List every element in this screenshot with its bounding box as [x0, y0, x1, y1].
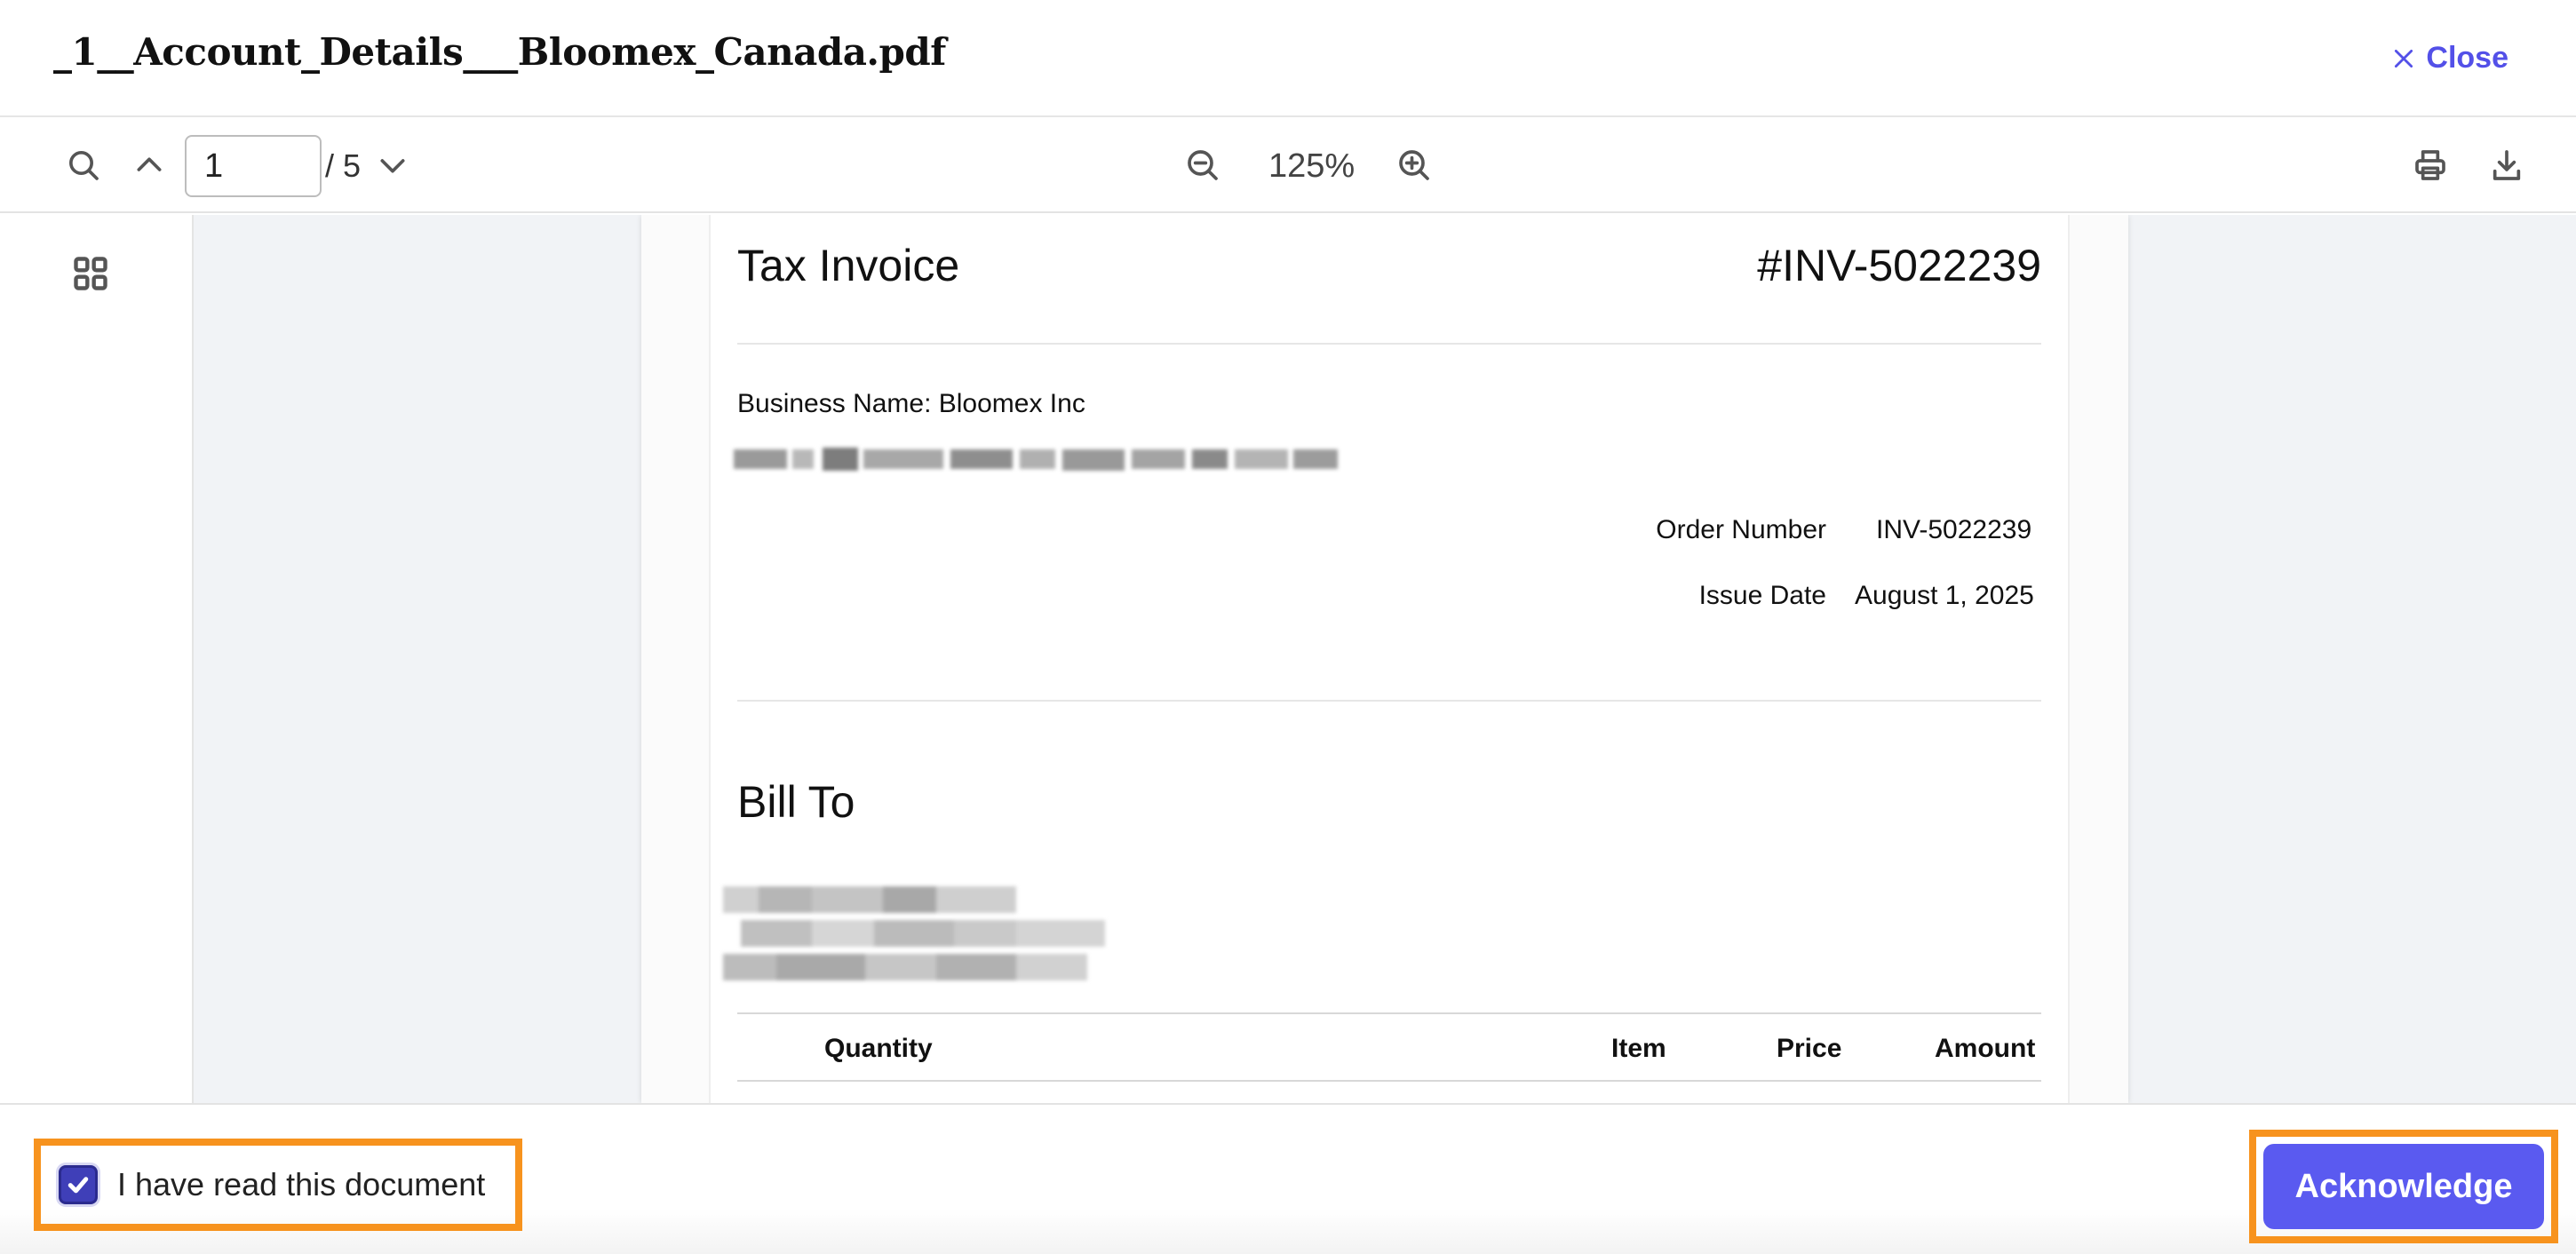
thumbnail-sidebar [0, 215, 194, 1103]
search-icon [69, 151, 99, 180]
invoice-title: Tax Invoice [737, 241, 960, 290]
search-button[interactable] [62, 144, 105, 187]
acknowledge-button-highlight: Acknowledge [2249, 1130, 2558, 1243]
chevron-up-icon [137, 157, 162, 171]
chevron-down-icon [380, 159, 405, 173]
close-icon [2395, 49, 2413, 67]
table-header-amount: Amount [1935, 1034, 2036, 1063]
divider [737, 700, 2041, 702]
zoom-out-button[interactable] [1181, 144, 1224, 187]
table-header-item: Item [1611, 1034, 1666, 1063]
bill-to-heading: Bill To [737, 777, 855, 827]
table-header-border [737, 1080, 2041, 1082]
thumbnails-button[interactable] [71, 254, 110, 293]
divider [737, 343, 2041, 345]
read-confirmation-checkbox[interactable]: I have read this document [34, 1139, 522, 1231]
invoice-number: #INV-5022239 [1757, 241, 2041, 290]
zoom-in-button[interactable] [1393, 144, 1435, 187]
redacted-billing-address [723, 886, 1105, 980]
page-total: / 5 [325, 147, 362, 184]
issue-date-value: August 1, 2025 [1855, 581, 2034, 610]
acknowledge-footer: I have read this document Acknowledge [0, 1103, 2576, 1254]
zoom-out-icon [1188, 150, 1218, 180]
read-confirmation-label: I have read this document [117, 1166, 486, 1202]
close-label: Close [2426, 41, 2508, 75]
document-title: _1__Account_Details___Bloomex_Canada.pdf [53, 30, 946, 74]
previous-page-button[interactable] [128, 144, 171, 187]
table-header-price: Price [1777, 1034, 1842, 1063]
checkbox[interactable] [59, 1165, 98, 1204]
download-icon [2493, 150, 2521, 180]
pdf-toolbar: / 5 125% [0, 119, 2576, 213]
document-viewport[interactable]: Tax Invoice #INV-5022239 Business Name: … [0, 215, 2576, 1103]
page-number-input[interactable] [185, 135, 322, 197]
acknowledge-button[interactable]: Acknowledge [2263, 1144, 2544, 1229]
business-name: Business Name: Bloomex Inc [737, 389, 1085, 418]
viewer-header: _1__Account_Details___Bloomex_Canada.pdf… [0, 0, 2576, 117]
redacted-address [734, 448, 1338, 471]
order-number-label: Order Number [1656, 515, 1826, 544]
table-header-quantity: Quantity [824, 1034, 933, 1063]
issue-date-label: Issue Date [1698, 581, 1826, 610]
zoom-level: 125% [1268, 147, 1356, 185]
close-button[interactable]: Close [2392, 41, 2508, 75]
print-icon [2415, 150, 2445, 180]
download-button[interactable] [2485, 144, 2528, 187]
zoom-in-icon [1399, 150, 1429, 180]
print-button[interactable] [2409, 144, 2452, 187]
checkmark-icon [68, 1177, 89, 1194]
next-page-button[interactable] [371, 144, 414, 187]
table-top-border [737, 1012, 2041, 1014]
order-number-value: INV-5022239 [1876, 515, 2032, 544]
thumbnails-grid-icon [74, 257, 107, 290]
